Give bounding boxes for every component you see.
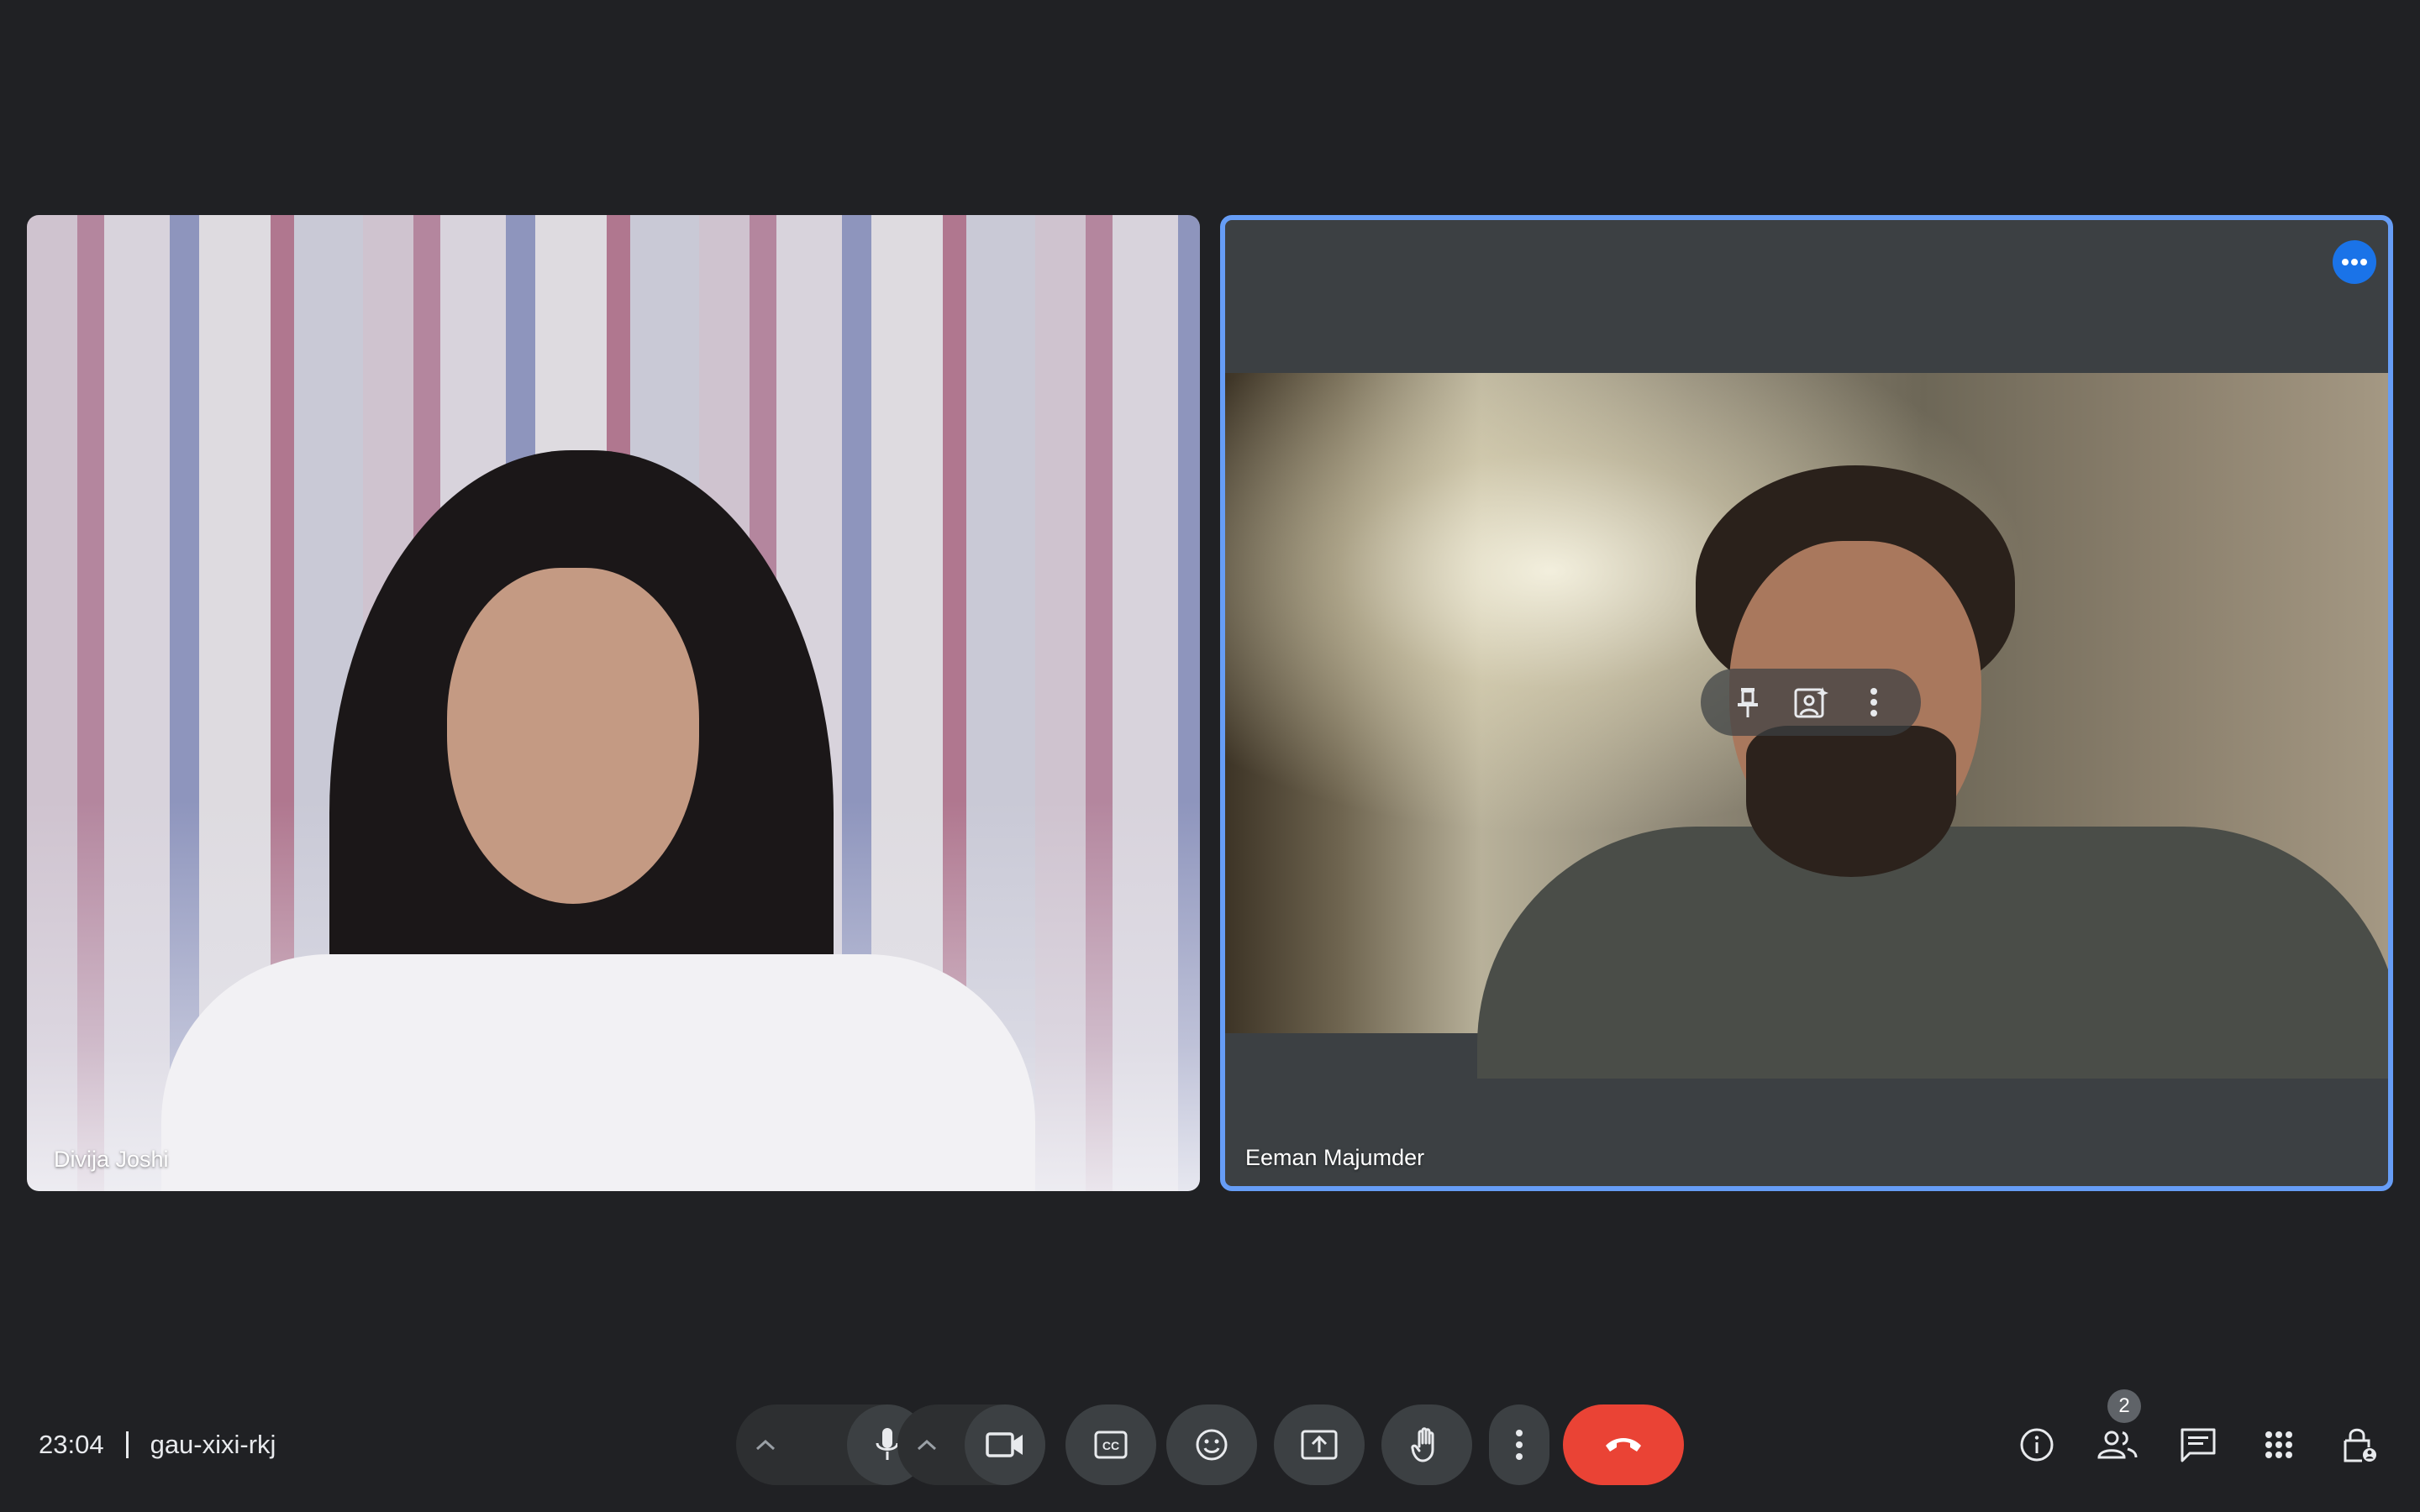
info-icon <box>2020 1428 2054 1462</box>
more-options-button[interactable] <box>1489 1404 1549 1485</box>
people-icon <box>2097 1431 2138 1459</box>
emoji-icon <box>1196 1429 1228 1461</box>
camera-button[interactable] <box>965 1404 1045 1485</box>
tile-hover-actions <box>1701 669 1921 736</box>
activities-icon <box>2265 1431 2292 1458</box>
chevron-up-icon <box>755 1439 776 1451</box>
more-horiz-icon <box>2342 259 2367 265</box>
host-controls-button[interactable] <box>2326 1411 2393 1478</box>
captions-button[interactable]: CC <box>1065 1404 1156 1485</box>
visual-effects-icon <box>1794 687 1828 718</box>
video-settings-button[interactable] <box>916 1404 938 1485</box>
closed-caption-icon: CC <box>1094 1431 1128 1459</box>
raise-hand-button[interactable] <box>1381 1404 1472 1485</box>
tile-options-button[interactable] <box>2333 240 2376 284</box>
activities-button[interactable] <box>2245 1411 2312 1478</box>
people-button[interactable]: 2 <box>2084 1389 2151 1478</box>
participant-tile-eeman[interactable]: Eeman Majumder <box>1220 215 2393 1191</box>
visual-effects-button[interactable] <box>1787 679 1834 726</box>
videocam-icon <box>986 1432 1023 1457</box>
meeting-details: 23:04 gau-xixi-rkj <box>39 1428 276 1462</box>
participant-video-body <box>1477 827 2388 1079</box>
chat-button[interactable] <box>2165 1411 2232 1478</box>
participant-name: Divija Joshi <box>54 1147 169 1172</box>
hand-icon <box>1411 1427 1434 1462</box>
participant-name: Eeman Majumder <box>1245 1145 1425 1170</box>
camera-group <box>897 1404 1045 1485</box>
more-vert-icon <box>1870 688 1878 717</box>
present-button[interactable] <box>1274 1404 1365 1485</box>
svg-text:CC: CC <box>1102 1439 1119 1452</box>
call-end-icon <box>1606 1438 1641 1452</box>
participant-video-beard <box>1746 726 1956 877</box>
chat-icon <box>2181 1428 2216 1462</box>
present-screen-icon <box>1301 1430 1338 1460</box>
audio-settings-button[interactable] <box>755 1404 776 1485</box>
divider <box>125 1431 129 1458</box>
meeting-code: gau-xixi-rkj <box>150 1430 276 1459</box>
tile-more-button[interactable] <box>1850 679 1897 726</box>
participant-video-body <box>161 954 1035 1191</box>
meet-window: Divija Joshi Eeman Majumder 23:04 gau-xi… <box>0 0 2420 1512</box>
participant-video-face <box>447 568 699 904</box>
reactions-button[interactable] <box>1166 1404 1257 1485</box>
pin-button[interactable] <box>1724 679 1771 726</box>
participant-tile-divija[interactable]: Divija Joshi <box>27 215 1200 1191</box>
pin-icon <box>1737 688 1758 717</box>
mic-icon <box>876 1428 899 1460</box>
host-controls-icon <box>2344 1428 2376 1462</box>
more-vert-icon <box>1516 1430 1523 1460</box>
leave-call-button[interactable] <box>1563 1404 1684 1485</box>
chevron-up-icon <box>917 1439 937 1451</box>
meeting-time: 23:04 <box>39 1430 104 1459</box>
meeting-details-button[interactable] <box>2003 1411 2070 1478</box>
people-count-badge: 2 <box>2107 1389 2141 1423</box>
